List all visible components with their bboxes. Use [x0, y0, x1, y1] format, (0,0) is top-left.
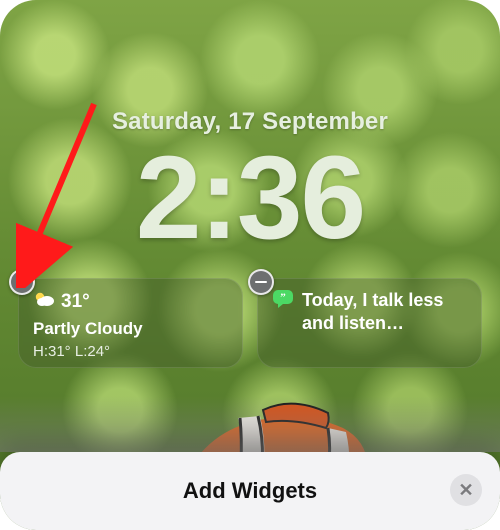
- quote-widget[interactable]: ” Today, I talk less and listen…: [257, 278, 482, 368]
- quote-text: Today, I talk less and listen…: [302, 289, 467, 334]
- weather-temp: 31°: [61, 292, 90, 311]
- sheet-title: Add Widgets: [0, 478, 500, 504]
- svg-text:”: ”: [280, 292, 286, 304]
- lockscreen-time[interactable]: 2:36: [0, 130, 500, 266]
- lockscreen-editor: Saturday, 17 September 2:36 31° Partly C…: [0, 0, 500, 530]
- add-widgets-sheet[interactable]: Add Widgets ✕: [0, 452, 500, 530]
- remove-widget-button[interactable]: [9, 269, 35, 295]
- quote-icon: ”: [272, 289, 294, 314]
- weather-widget[interactable]: 31° Partly Cloudy H:31° L:24°: [18, 278, 243, 368]
- weather-condition: Partly Cloudy: [33, 319, 228, 339]
- minus-icon: [16, 281, 28, 284]
- widgets-row: 31° Partly Cloudy H:31° L:24° ” Today, I…: [18, 278, 482, 368]
- remove-widget-button[interactable]: [248, 269, 274, 295]
- minus-icon: [255, 281, 267, 284]
- weather-high-low: H:31° L:24°: [33, 343, 228, 360]
- partly-cloudy-icon: [33, 289, 55, 313]
- close-sheet-button[interactable]: ✕: [450, 474, 482, 506]
- close-icon: ✕: [458, 481, 473, 499]
